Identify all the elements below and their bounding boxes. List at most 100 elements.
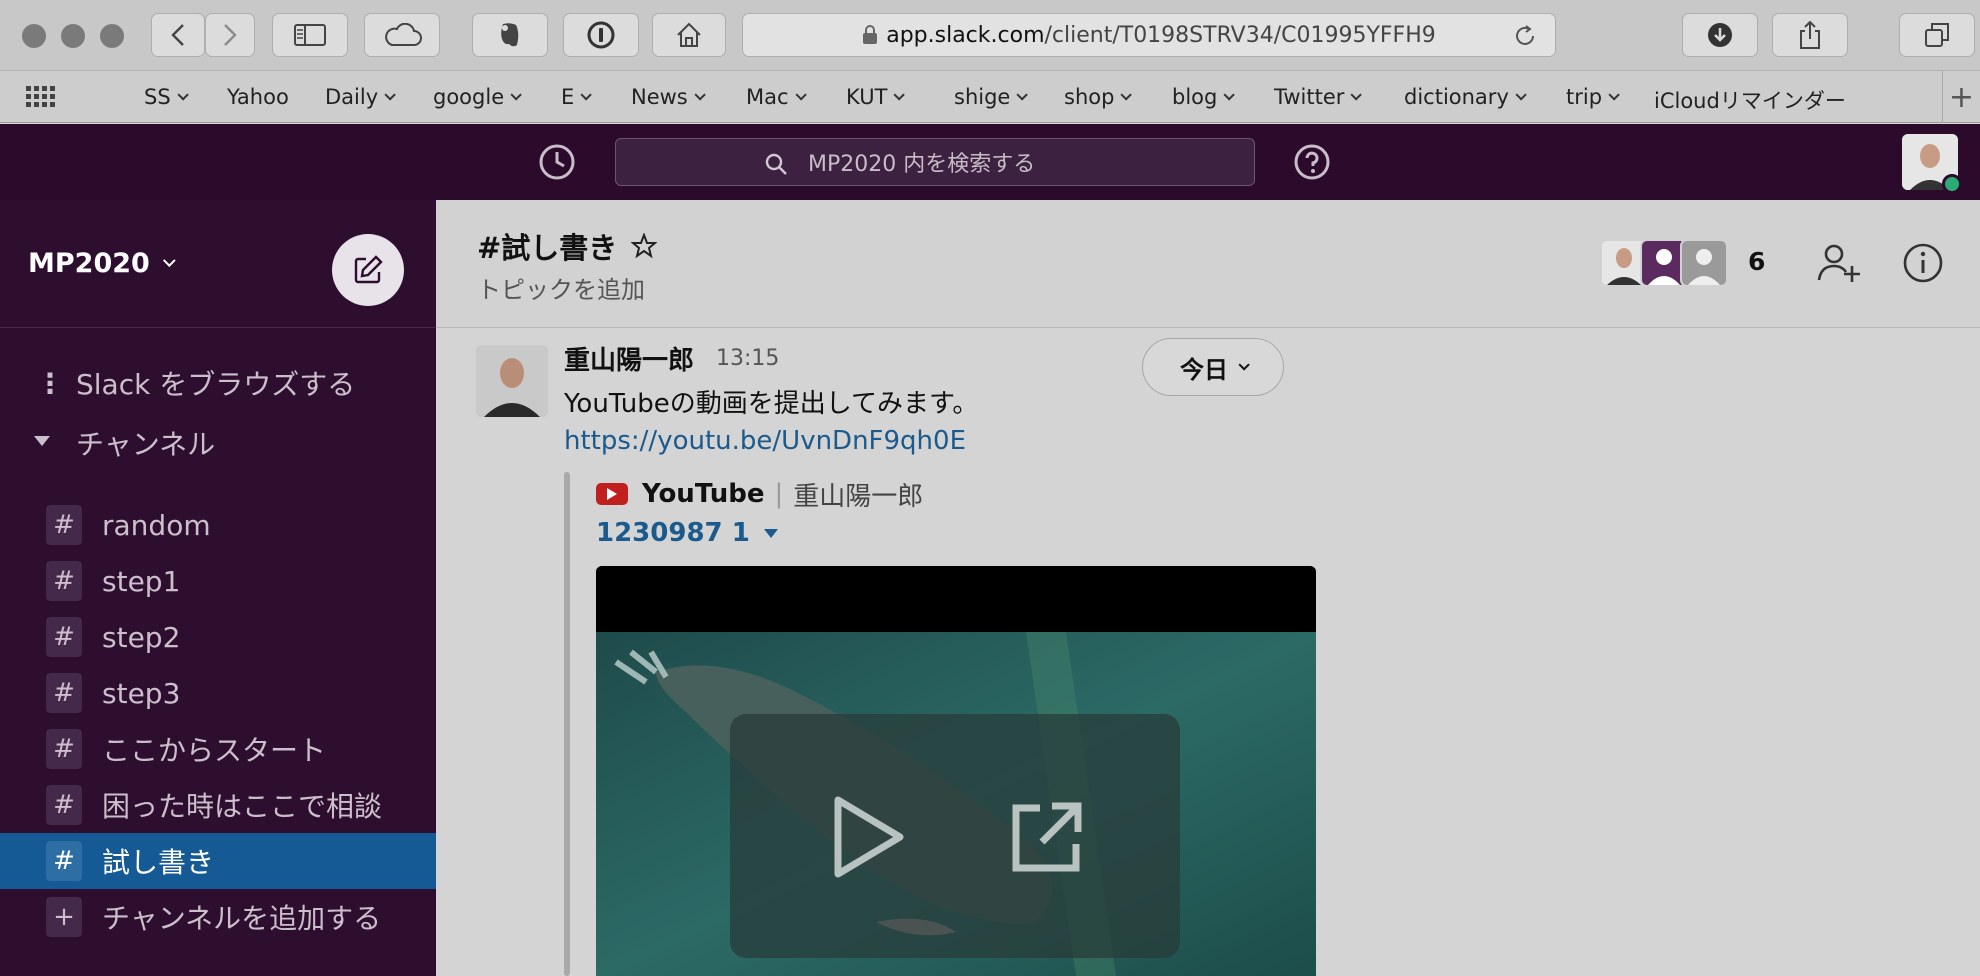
sidebar-channel-step1[interactable]: # step1 bbox=[0, 553, 436, 609]
bookmark-daily[interactable]: Daily bbox=[325, 85, 396, 109]
help-icon[interactable] bbox=[1293, 143, 1331, 181]
hash-icon: # bbox=[46, 841, 82, 881]
bookmark-kut[interactable]: KUT bbox=[846, 85, 906, 109]
cloud-icon bbox=[385, 23, 422, 46]
share-icon bbox=[1800, 20, 1820, 49]
sidebar-channel-start-here[interactable]: # ここからスタート bbox=[0, 721, 436, 777]
url-host: app.slack.com bbox=[886, 22, 1045, 48]
reload-icon[interactable] bbox=[1513, 24, 1537, 48]
message-author-avatar[interactable] bbox=[476, 345, 548, 417]
chevron-down-icon bbox=[1350, 89, 1363, 101]
channel-header: #試し書き トピックを追加 6 bbox=[436, 200, 1980, 328]
chevron-down-icon bbox=[1238, 359, 1250, 371]
compose-icon bbox=[354, 255, 383, 284]
member-avatar bbox=[1680, 239, 1728, 287]
message-text: YouTubeの動画を提出してみます。 bbox=[564, 389, 979, 419]
sidebar-channel-random[interactable]: # random bbox=[0, 497, 436, 553]
lock-icon bbox=[863, 25, 878, 44]
workspace-header: MP2020 bbox=[0, 200, 436, 328]
chevron-down-icon bbox=[1016, 89, 1029, 101]
sidebar-channel-step3[interactable]: # step3 bbox=[0, 665, 436, 721]
member-avatars[interactable] bbox=[1600, 239, 1728, 287]
browser-toolbar: app.slack.com/client/T0198STRV34/C01995Y… bbox=[0, 0, 1980, 71]
new-tab-button[interactable]: + bbox=[1942, 71, 1980, 123]
workspace-switcher[interactable]: MP2020 bbox=[28, 248, 176, 279]
bookmark-icloud-reminders[interactable]: iCloudリマインダー bbox=[1654, 85, 1846, 115]
sidebar-channel-trial[interactable]: # 試し書き bbox=[0, 833, 436, 889]
window-close-button[interactable] bbox=[22, 24, 46, 48]
bookmark-yahoo[interactable]: Yahoo bbox=[227, 85, 289, 109]
video-preview[interactable] bbox=[596, 566, 1316, 976]
slack-sidebar: MP2020 ⋮ Slack をブラウズする チャンネル # random # … bbox=[0, 200, 436, 976]
presence-active-dot bbox=[1942, 174, 1962, 194]
bookmark-e[interactable]: E bbox=[561, 85, 593, 109]
download-icon bbox=[1708, 23, 1732, 47]
sidebar-channel-step2[interactable]: # step2 bbox=[0, 609, 436, 665]
person-icon bbox=[1688, 249, 1720, 285]
bookmark-trip[interactable]: trip bbox=[1566, 85, 1620, 109]
bookmark-shop[interactable]: shop bbox=[1064, 85, 1133, 109]
attachment-title[interactable]: 1230987 1 bbox=[596, 518, 778, 548]
bookmark-twitter[interactable]: Twitter bbox=[1274, 85, 1363, 109]
add-member-icon[interactable] bbox=[1816, 240, 1862, 286]
sidebar-add-channel[interactable]: + チャンネルを追加する bbox=[0, 889, 436, 945]
sidebar-browse-slack[interactable]: ⋮ Slack をブラウズする bbox=[0, 358, 436, 408]
open-external-icon[interactable] bbox=[1006, 798, 1086, 878]
chevron-down-icon bbox=[177, 89, 189, 101]
bookmark-mac[interactable]: Mac bbox=[746, 85, 807, 109]
icloud-tabs-button[interactable] bbox=[364, 13, 440, 57]
share-button[interactable] bbox=[1772, 13, 1848, 57]
video-letterbox bbox=[596, 566, 1316, 632]
date-divider-button[interactable]: 今日 bbox=[1142, 338, 1284, 396]
member-count[interactable]: 6 bbox=[1748, 247, 1765, 276]
message-author[interactable]: 重山陽一郎 bbox=[564, 340, 694, 377]
sidebar-channels-header[interactable]: チャンネル bbox=[0, 418, 436, 468]
message-timestamp[interactable]: 13:15 bbox=[716, 346, 779, 371]
caret-down-icon[interactable] bbox=[763, 528, 778, 538]
password-extension-button[interactable] bbox=[563, 13, 639, 57]
message-link[interactable]: https://youtu.be/UvnDnF9qh0E bbox=[564, 426, 966, 456]
tab-overview-button[interactable] bbox=[1899, 13, 1975, 57]
bookmark-google[interactable]: google bbox=[433, 85, 522, 109]
chevron-left-icon bbox=[171, 24, 184, 46]
sidebar-channel-help[interactable]: # 困った時はここで相談 bbox=[0, 777, 436, 833]
star-icon[interactable] bbox=[631, 233, 658, 259]
bookmark-shige[interactable]: shige bbox=[954, 85, 1029, 109]
chevron-down-icon bbox=[1515, 89, 1527, 101]
evernote-extension-button[interactable] bbox=[472, 13, 548, 57]
search-input[interactable]: MP2020 内を検索する bbox=[615, 138, 1255, 186]
apps-grid-icon[interactable] bbox=[26, 86, 56, 108]
chevron-down-icon bbox=[795, 89, 807, 101]
chevron-right-icon bbox=[224, 24, 237, 46]
hash-icon: # bbox=[46, 561, 82, 601]
forward-button[interactable] bbox=[205, 13, 255, 57]
bookmark-news[interactable]: News bbox=[631, 85, 706, 109]
url-path: /client/T0198STRV34/C01995YFFH9 bbox=[1044, 22, 1436, 48]
play-icon[interactable] bbox=[828, 794, 908, 880]
sidebar-toggle-button[interactable] bbox=[272, 13, 348, 57]
info-icon[interactable] bbox=[1902, 242, 1944, 284]
window-minimize-button[interactable] bbox=[61, 24, 85, 48]
bookmark-blog[interactable]: blog bbox=[1172, 85, 1236, 109]
address-bar[interactable]: app.slack.com/client/T0198STRV34/C01995Y… bbox=[742, 13, 1556, 57]
home-button[interactable] bbox=[652, 13, 726, 57]
compose-button[interactable] bbox=[332, 234, 404, 306]
history-clock-icon[interactable] bbox=[538, 143, 576, 181]
window-zoom-button[interactable] bbox=[100, 24, 124, 48]
hash-icon: # bbox=[46, 729, 82, 769]
plus-icon: + bbox=[46, 897, 82, 937]
bookmark-ss[interactable]: SS bbox=[144, 85, 189, 109]
chevron-down-icon bbox=[384, 89, 396, 101]
search-placeholder: MP2020 内を検索する bbox=[808, 152, 1036, 177]
chevron-down-icon bbox=[510, 89, 522, 101]
downloads-button[interactable] bbox=[1682, 13, 1758, 57]
youtube-logo-icon bbox=[596, 483, 628, 505]
back-button[interactable] bbox=[151, 13, 205, 57]
channel-title[interactable]: #試し書き bbox=[477, 225, 658, 267]
add-topic-link[interactable]: トピックを追加 bbox=[477, 270, 645, 305]
chevron-down-icon bbox=[1120, 89, 1133, 101]
bookmark-dictionary[interactable]: dictionary bbox=[1404, 85, 1527, 109]
tabs-icon bbox=[1925, 23, 1949, 47]
attachment-source: YouTube | 重山陽一郎 bbox=[596, 475, 923, 513]
chevron-down-icon bbox=[1608, 89, 1620, 101]
